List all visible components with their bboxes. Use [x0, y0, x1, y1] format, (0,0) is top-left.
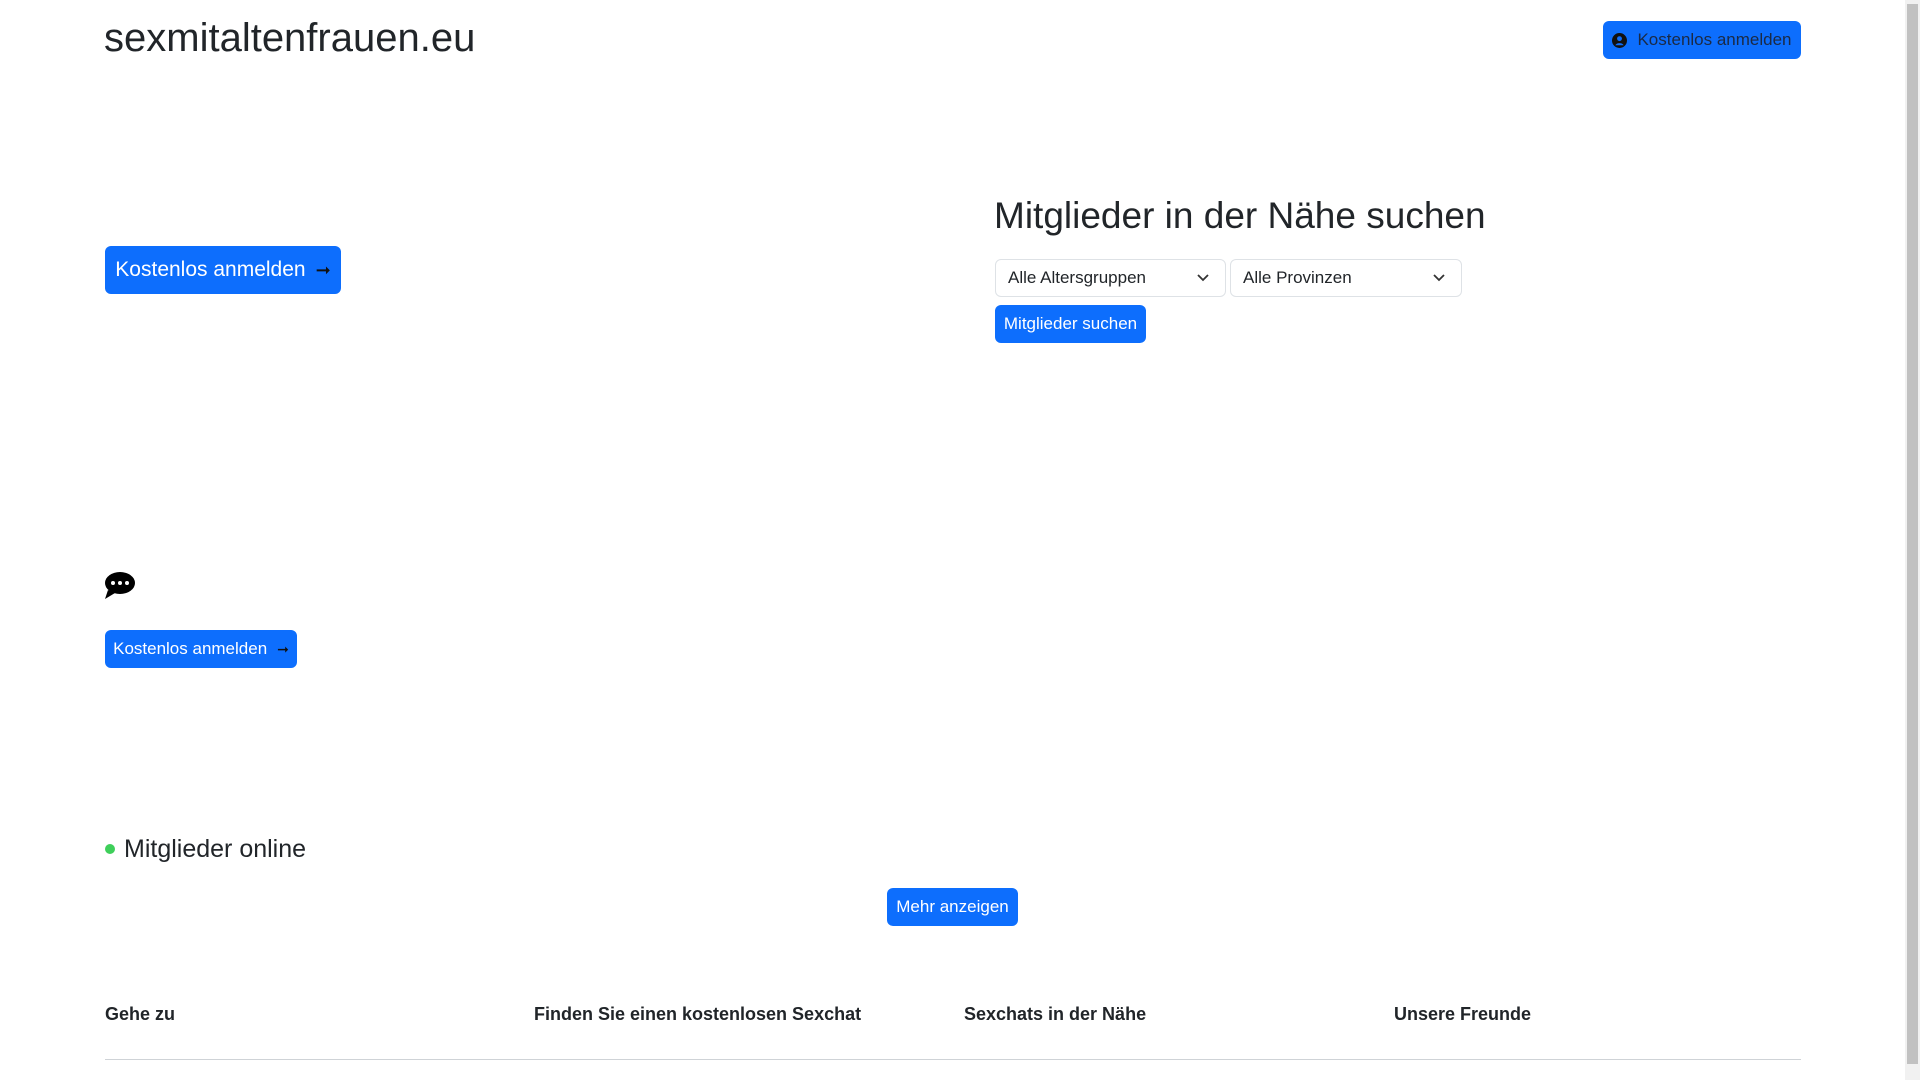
scrollbar[interactable]	[1905, 0, 1920, 1080]
more-label: Mehr anzeigen	[896, 897, 1009, 916]
arrow-right-icon: ➞	[277, 640, 289, 657]
chat-signup-button[interactable]: Kostenlos anmelden ➞	[105, 630, 297, 668]
footer-heading-nearby: Sexchats in der Nähe	[964, 1004, 1147, 1024]
search-members-button[interactable]: Mitglieder suchen	[995, 305, 1146, 343]
chevron-down-icon	[1433, 274, 1445, 282]
footer-heading-friends: Unsere Freunde	[1394, 1004, 1532, 1024]
footer-heading-find-chat: Finden Sie einen kostenlosen Sexchat	[534, 1004, 862, 1024]
search-heading: Mitglieder in der Nähe suchen	[994, 195, 1486, 236]
hero-signup-label: Kostenlos anmelden	[115, 258, 306, 281]
search-members-label: Mitglieder suchen	[1003, 314, 1138, 333]
online-dot	[105, 844, 115, 854]
header-signup-button[interactable]: Kostenlos anmelden	[1603, 21, 1801, 59]
footer-heading-goto: Gehe zu	[105, 1004, 176, 1024]
age-group-select[interactable]: Alle Altersgruppen	[995, 259, 1226, 297]
header-signup-label: Kostenlos anmelden	[1637, 30, 1792, 49]
online-heading: Mitglieder online	[124, 835, 307, 863]
province-select[interactable]: Alle Provinzen	[1230, 259, 1462, 297]
arrow-right-icon: ➞	[315, 259, 331, 280]
more-button[interactable]: Mehr anzeigen	[887, 888, 1018, 926]
scrollbar-thumb[interactable]	[1907, 4, 1918, 1064]
chevron-down-icon	[1197, 274, 1209, 282]
hero-signup-button[interactable]: Kostenlos anmelden ➞	[105, 246, 341, 294]
user-circle-icon	[1612, 32, 1628, 48]
chat-bubble-icon	[105, 572, 135, 599]
age-group-value: Alle Altersgruppen	[1008, 268, 1146, 287]
footer-divider	[105, 1059, 1801, 1060]
chat-signup-label: Kostenlos anmelden	[113, 639, 268, 658]
site-title[interactable]: sexmitaltenfrauen.eu	[104, 16, 475, 61]
province-value: Alle Provinzen	[1243, 268, 1352, 287]
